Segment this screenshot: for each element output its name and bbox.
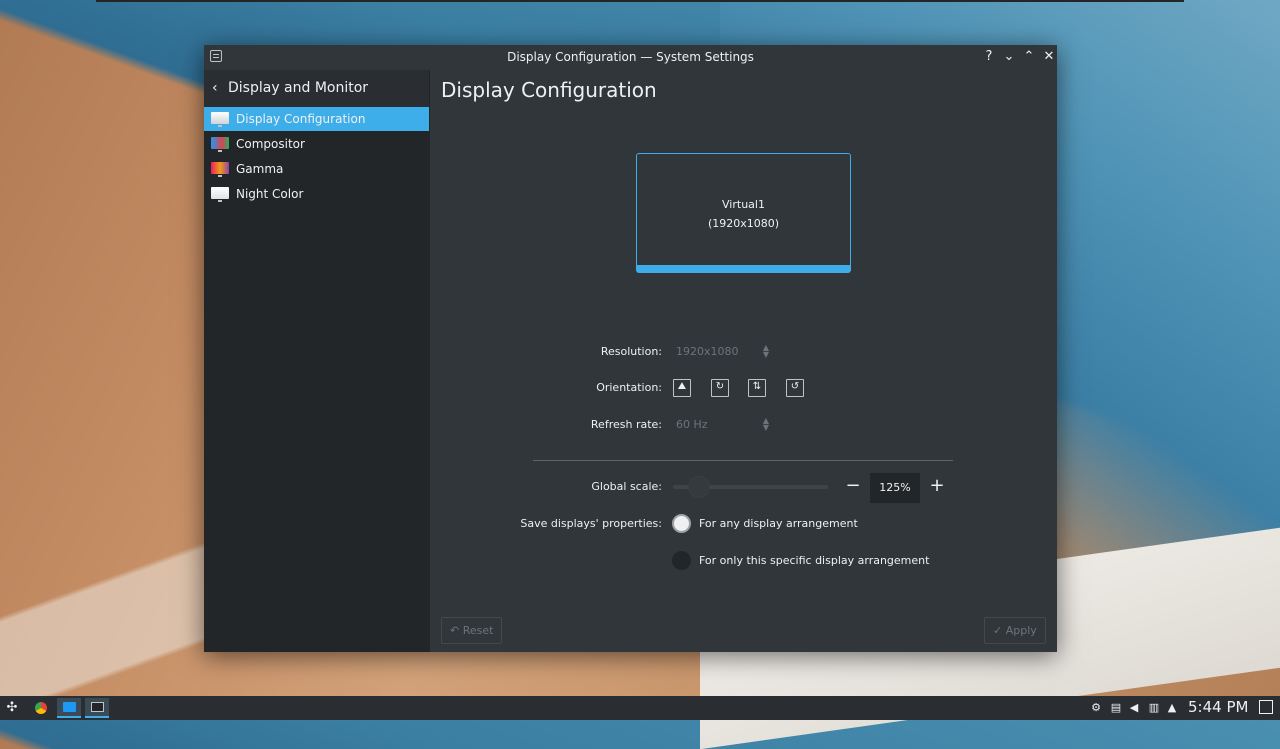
window-title: Display Configuration — System Settings xyxy=(507,50,754,64)
sidebar: ‹ Display and Monitor Display Configurat… xyxy=(204,70,429,652)
main-content: Display Configuration Virtual1 (1920x108… xyxy=(429,70,1057,652)
increase-scale-button[interactable]: + xyxy=(927,474,947,498)
taskbar: ✣ ⚙ ▤ ◀ ▥ ▲ 5:44 PM xyxy=(0,696,1280,720)
monitor-preview[interactable]: Virtual1 (1920x1080) xyxy=(636,153,851,273)
close-button[interactable]: ✕ xyxy=(1041,49,1057,65)
landscape-flipped-icon[interactable]: ⇅ xyxy=(748,379,766,397)
resolution-spin-icon: ▲ ▼ xyxy=(762,343,770,359)
sidebar-item-label: Night Color xyxy=(236,187,304,201)
system-settings-window: Display Configuration — System Settings … xyxy=(204,45,1057,652)
reset-button[interactable]: ↶ Reset xyxy=(441,617,503,644)
resolution-label: Resolution: xyxy=(600,345,662,358)
monitor-name: Virtual1 xyxy=(722,198,765,211)
portrait-icon[interactable]: ↻ xyxy=(711,379,729,397)
compositor-icon xyxy=(211,137,229,152)
monitor-icon xyxy=(211,112,229,127)
page-title: Display Configuration xyxy=(441,78,657,102)
sidebar-item-night-color[interactable]: Night Color xyxy=(204,182,429,206)
minimize-button[interactable]: ⌄ xyxy=(1001,49,1017,65)
save-properties-label: Save displays' properties: xyxy=(520,517,662,530)
window-titlebar[interactable]: Display Configuration — System Settings … xyxy=(204,45,1057,70)
clipboard-icon[interactable]: ▤ xyxy=(1109,700,1123,716)
radio-any-arrangement-label[interactable]: For any display arrangement xyxy=(699,517,858,530)
apply-label: Apply xyxy=(1005,624,1037,637)
network-icon[interactable]: ⚙ xyxy=(1089,700,1103,716)
apply-icon: ✓ xyxy=(993,624,1003,637)
sidebar-item-compositor[interactable]: Compositor xyxy=(204,132,429,156)
portrait-flipped-icon[interactable]: ↺ xyxy=(786,379,804,397)
monitor-resolution: (1920x1080) xyxy=(707,217,780,230)
global-scale-value[interactable]: 125% xyxy=(870,473,920,503)
file-manager-task-icon[interactable] xyxy=(57,698,81,718)
sidebar-item-gamma[interactable]: Gamma xyxy=(204,157,429,181)
help-button[interactable]: ? xyxy=(981,49,997,65)
radio-specific-arrangement[interactable] xyxy=(672,551,691,570)
device-notifier-icon[interactable]: ▥ xyxy=(1147,700,1161,716)
night-color-icon xyxy=(211,187,229,202)
sidebar-header: ‹ Display and Monitor xyxy=(204,70,429,107)
reset-icon: ↶ xyxy=(450,624,460,637)
landscape-icon[interactable]: ⛰ xyxy=(673,379,691,397)
resolution-combo[interactable]: 1920x1080 xyxy=(676,345,739,358)
reset-label: Reset xyxy=(462,624,494,637)
refresh-rate-spin-icon: ▲ ▼ xyxy=(762,416,770,432)
maximize-button[interactable]: ⌃ xyxy=(1021,49,1037,65)
global-scale-label: Global scale: xyxy=(591,480,662,493)
chrome-icon[interactable] xyxy=(29,698,53,718)
radio-specific-arrangement-label[interactable]: For only this specific display arrangeme… xyxy=(699,554,929,567)
sidebar-item-label: Compositor xyxy=(236,137,305,151)
global-scale-slider-handle[interactable] xyxy=(688,476,710,498)
refresh-rate-label: Refresh rate: xyxy=(590,418,662,431)
back-icon[interactable]: ‹ xyxy=(212,80,218,96)
separator xyxy=(533,460,953,461)
application-launcher-icon[interactable]: ✣ xyxy=(0,698,24,718)
tray-expand-icon[interactable]: ▲ xyxy=(1165,700,1179,716)
apply-button[interactable]: ✓ Apply xyxy=(984,617,1046,644)
decrease-scale-button[interactable]: − xyxy=(843,474,863,498)
refresh-rate-combo[interactable]: 60 Hz xyxy=(676,418,708,431)
gamma-icon xyxy=(211,162,229,177)
radio-any-arrangement[interactable] xyxy=(672,514,691,533)
monitor-selected-bar xyxy=(637,265,850,272)
clock[interactable]: 5:44 PM xyxy=(1188,698,1248,716)
sidebar-item-label: Display Configuration xyxy=(236,112,366,126)
top-panel-edge xyxy=(96,0,1184,2)
volume-icon[interactable]: ◀ xyxy=(1127,700,1141,716)
sidebar-item-display-configuration[interactable]: Display Configuration xyxy=(204,107,429,131)
orientation-label: Orientation: xyxy=(596,381,662,394)
show-desktop-icon[interactable] xyxy=(1259,700,1273,714)
sidebar-heading[interactable]: Display and Monitor xyxy=(228,80,368,96)
system-settings-task-icon[interactable] xyxy=(85,698,109,718)
sidebar-item-label: Gamma xyxy=(236,162,284,176)
